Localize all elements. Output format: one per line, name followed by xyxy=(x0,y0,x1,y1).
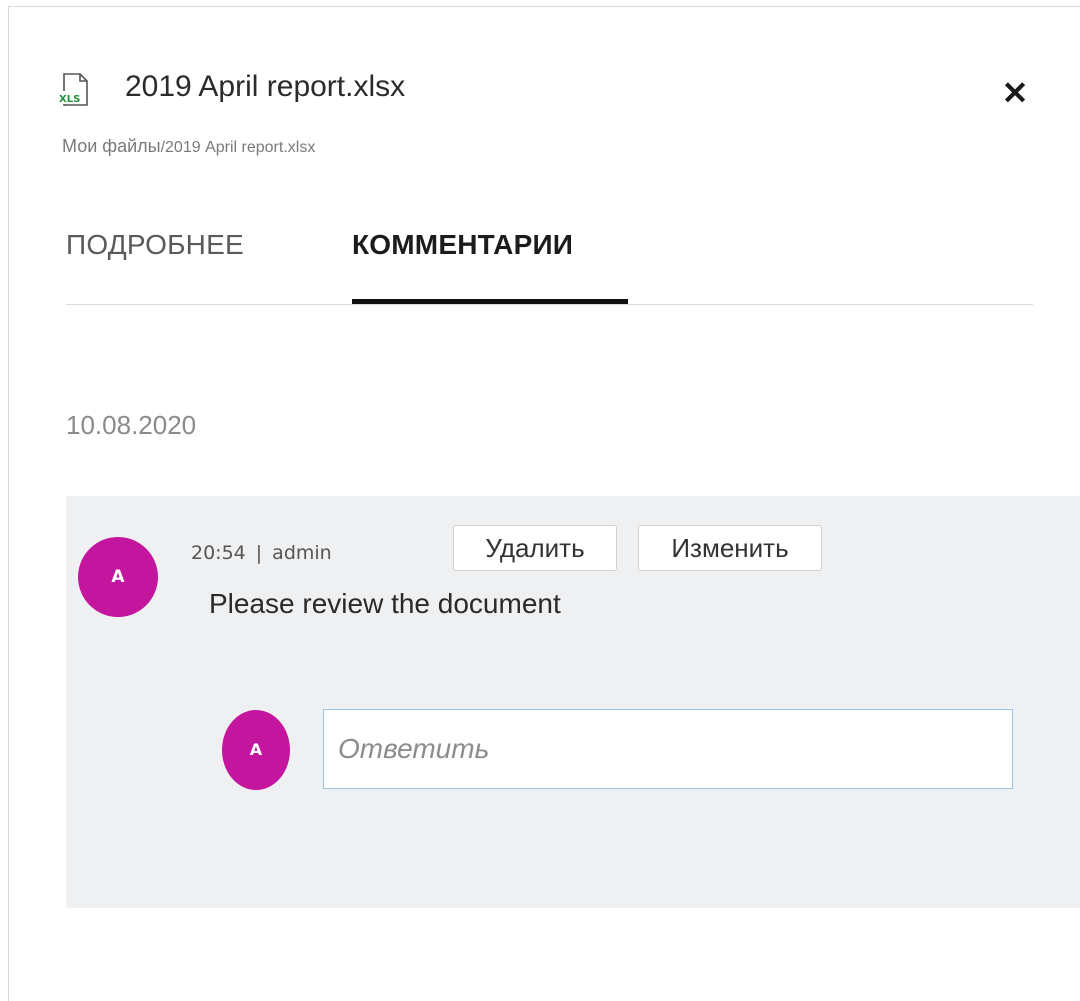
meta-separator: | xyxy=(255,542,263,564)
reply-avatar: A xyxy=(222,710,290,790)
tabs-divider xyxy=(66,304,1033,305)
xls-file-icon: XLS xyxy=(58,73,88,106)
file-title: 2019 April report.xlsx xyxy=(125,70,406,103)
tab-details[interactable]: ПОДРОБНЕЕ xyxy=(66,229,244,261)
breadcrumb: Мои файлы/2019 April report.xlsx xyxy=(62,136,315,157)
breadcrumb-path: /2019 April report.xlsx xyxy=(160,139,316,156)
xls-file-icon-label: XLS xyxy=(59,94,80,105)
tab-comments[interactable]: КОММЕНТАРИИ xyxy=(352,229,573,261)
edit-comment-button[interactable]: Изменить xyxy=(638,525,822,571)
comment-date: 10.08.2020 xyxy=(66,410,197,440)
breadcrumb-root[interactable]: Мои файлы xyxy=(62,136,161,156)
comment-text: Please review the document xyxy=(209,588,561,619)
reply-input[interactable] xyxy=(323,709,1013,789)
comment-time: 20:54 xyxy=(191,542,246,564)
comment-author: admin xyxy=(272,542,332,564)
delete-comment-button[interactable]: Удалить xyxy=(453,525,617,571)
avatar: A xyxy=(78,537,158,617)
close-icon[interactable]: ✕ xyxy=(999,77,1031,110)
comment-meta: 20:54 | admin xyxy=(191,542,332,564)
